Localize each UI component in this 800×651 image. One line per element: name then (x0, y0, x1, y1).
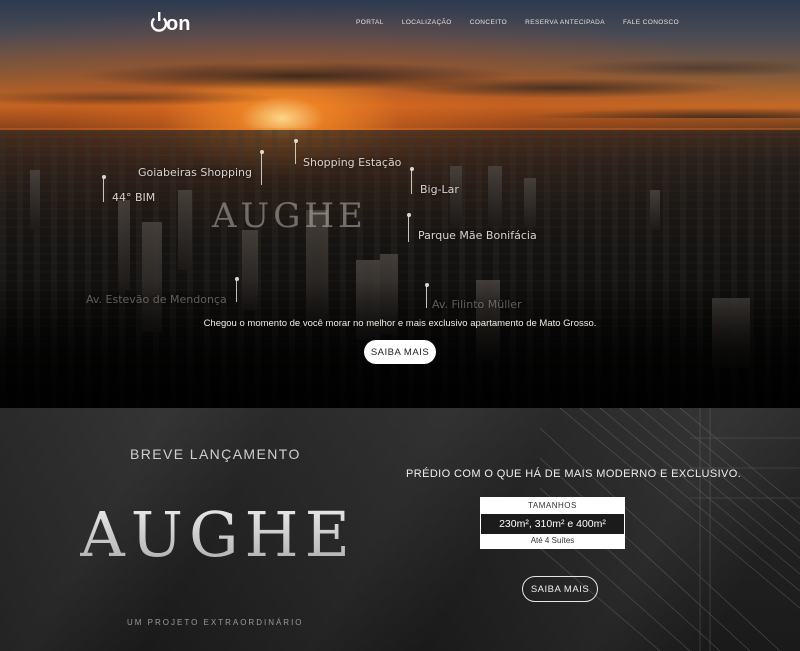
logo-text: on (166, 13, 191, 35)
landmark-pin (409, 167, 414, 194)
landmark-big-lar: Big-Lar (420, 183, 459, 196)
sizes-label: TAMANHOS (528, 501, 577, 510)
nav-link-portal[interactable]: PORTAL (356, 19, 384, 26)
nav-link-localizacao[interactable]: LOCALIZAÇÃO (402, 19, 452, 26)
landmark-pin (424, 283, 429, 308)
sizes-box: TAMANHOS 230m², 310m² e 400m² Até 4 Suít… (480, 497, 625, 549)
landmark-av-estevao: Av. Estevão de Mendonça (86, 293, 227, 306)
landmark-shopping-estacao: Shopping Estação (303, 156, 402, 169)
landmark-pin (406, 213, 411, 242)
landmark-goiabeiras: Goiabeiras Shopping (138, 166, 253, 179)
launch-wordmark: AUGHE (80, 498, 356, 571)
suites-label: Até 4 Suítes (530, 536, 575, 545)
launch-subtitle: UM PROJETO EXTRAORDINÁRIO (127, 618, 304, 627)
nav-link-fale-conosco[interactable]: FALE CONOSCO (623, 19, 679, 26)
site-logo[interactable]: on (148, 10, 191, 38)
landmark-parque-mae-bonifacia: Parque Mãe Bonifácia (418, 229, 537, 242)
main-nav: PORTAL LOCALIZAÇÃO CONCEITO RESERVA ANTE… (356, 19, 697, 26)
sky-clouds (0, 28, 800, 118)
hero-saiba-mais-button[interactable]: SAIBA MAIS (364, 340, 436, 364)
launch-section: BREVE LANÇAMENTO AUGHE UM PROJETO EXTRAO… (0, 408, 800, 651)
landmark-pin (234, 277, 239, 302)
landmark-pin (259, 150, 264, 185)
landmark-44-bim: 44° BIM (112, 191, 156, 204)
nav-link-conceito[interactable]: CONCEITO (470, 19, 507, 26)
nav-link-reserva-antecipada[interactable]: RESERVA ANTECIPADA (525, 19, 605, 26)
landmark-av-filinto: Av. Filinto Müller (432, 298, 522, 311)
launch-headline: PRÉDIO COM O QUE HÁ DE MAIS MODERNO E EX… (406, 468, 742, 480)
landmark-pin (101, 175, 106, 202)
hero-tagline: Chegou o momento de você morar no melhor… (203, 318, 597, 329)
launch-eyebrow: BREVE LANÇAMENTO (130, 446, 301, 462)
landmark-pin (293, 139, 298, 164)
sizes-values: 230m², 310m² e 400m² (481, 514, 624, 534)
hero-wordmark: AUGHE (212, 196, 367, 236)
launch-saiba-mais-button[interactable]: SAIBA MAIS (522, 576, 598, 602)
hero-section: on PORTAL LOCALIZAÇÃO CONCEITO RESERVA A… (0, 0, 800, 408)
